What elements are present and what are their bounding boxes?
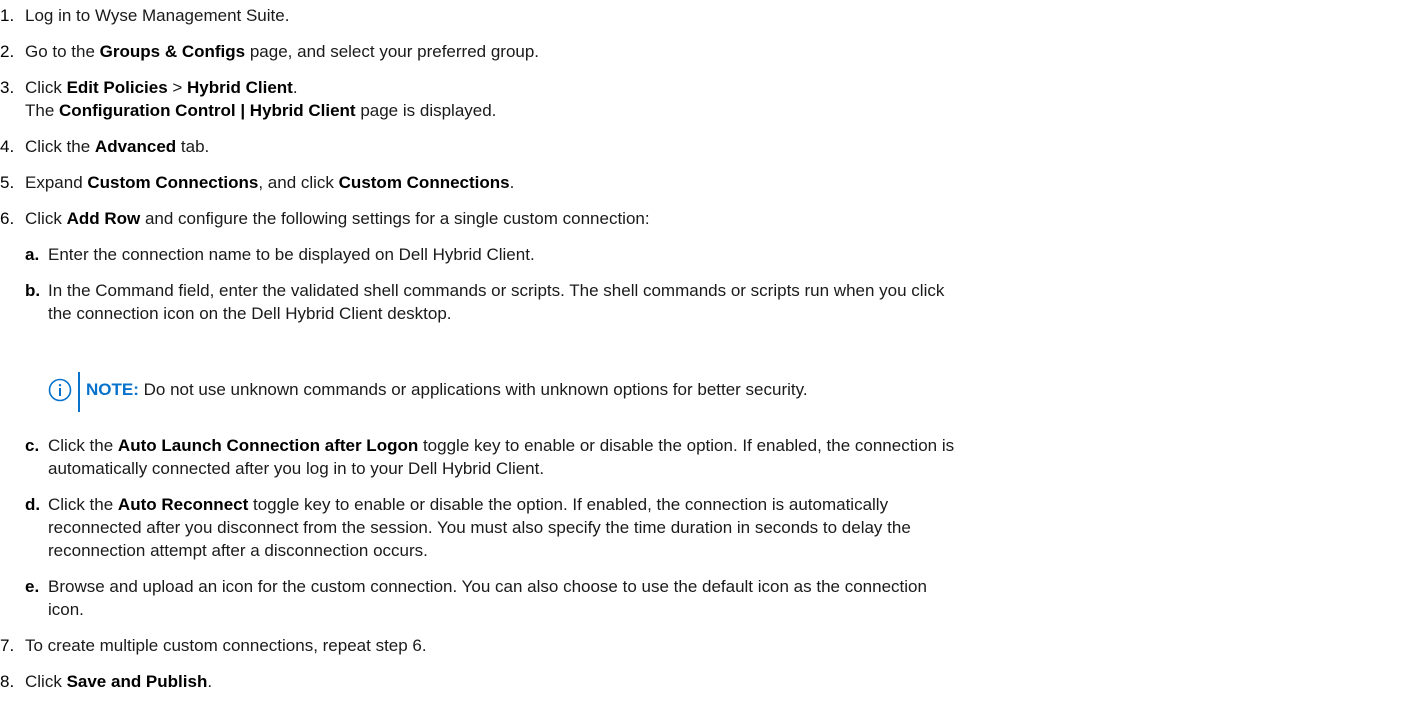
substep-text: the connection icon on the Dell Hybrid C… bbox=[48, 304, 452, 323]
step-text: Click Edit Policies > Hybrid Client. bbox=[25, 78, 298, 97]
info-icon bbox=[48, 378, 72, 402]
substep-letter: e. bbox=[25, 577, 40, 596]
step-number: 2. bbox=[0, 42, 15, 61]
substep-text: reconnection attempt after a disconnecti… bbox=[48, 541, 428, 560]
substep-text: Enter the connection name to be displaye… bbox=[48, 245, 535, 264]
substep-text: reconnected after you disconnect from th… bbox=[48, 518, 911, 537]
note-text: NOTE: Do not use unknown commands or app… bbox=[86, 380, 808, 399]
ui-term: Add Row bbox=[66, 209, 141, 228]
substep-text: Click the Auto Reconnect toggle key to e… bbox=[48, 495, 889, 514]
step-number: 8. bbox=[0, 672, 15, 691]
ui-term: Custom Connections bbox=[87, 173, 259, 192]
substep-letter: d. bbox=[25, 495, 41, 514]
substep-letter: c. bbox=[25, 436, 40, 455]
substep-letter: a. bbox=[25, 245, 40, 264]
substep-text: Click the Auto Launch Connection after L… bbox=[48, 436, 955, 455]
ui-term: Hybrid Client bbox=[187, 78, 293, 97]
step-text: To create multiple custom connections, r… bbox=[25, 636, 427, 655]
ui-term: Custom Connections bbox=[338, 173, 510, 192]
step-text: Click Add Row and configure the followin… bbox=[25, 209, 650, 228]
step-text: Click the Advanced tab. bbox=[25, 137, 210, 156]
step-number: 3. bbox=[0, 78, 15, 97]
ui-term: Configuration Control | Hybrid Client bbox=[59, 101, 356, 120]
ui-term: Auto Launch Connection after Logon bbox=[117, 436, 419, 455]
substep-text: Browse and upload an icon for the custom… bbox=[48, 577, 927, 596]
ui-term: Save and Publish bbox=[66, 672, 208, 691]
note-callout: NOTE: Do not use unknown commands or app… bbox=[48, 372, 1248, 412]
ui-term: Edit Policies bbox=[66, 78, 168, 97]
step-text: The Configuration Control | Hybrid Clien… bbox=[25, 101, 497, 120]
step-text: Expand Custom Connections, and click Cus… bbox=[25, 173, 515, 192]
step-text: Click Save and Publish. bbox=[25, 672, 213, 691]
step-text: Log in to Wyse Management Suite. bbox=[25, 6, 290, 25]
ui-term: Advanced bbox=[94, 137, 177, 156]
substep-text: In the Command field, enter the validate… bbox=[48, 281, 945, 300]
substep-text: automatically connected after you log in… bbox=[48, 459, 545, 478]
note-divider bbox=[78, 372, 80, 412]
note-label: NOTE: bbox=[86, 380, 139, 399]
substep-letter: b. bbox=[25, 281, 41, 300]
step-number: 4. bbox=[0, 137, 15, 156]
step-text: Go to the Groups & Configs page, and sel… bbox=[25, 42, 540, 61]
step-number: 6. bbox=[0, 209, 15, 228]
step-number: 7. bbox=[0, 636, 15, 655]
ui-term: Auto Reconnect bbox=[117, 495, 249, 514]
step-number: 5. bbox=[0, 173, 15, 192]
ui-term: Groups & Configs bbox=[99, 42, 246, 61]
substep-text: icon. bbox=[48, 600, 84, 619]
step-number: 1. bbox=[0, 6, 15, 25]
